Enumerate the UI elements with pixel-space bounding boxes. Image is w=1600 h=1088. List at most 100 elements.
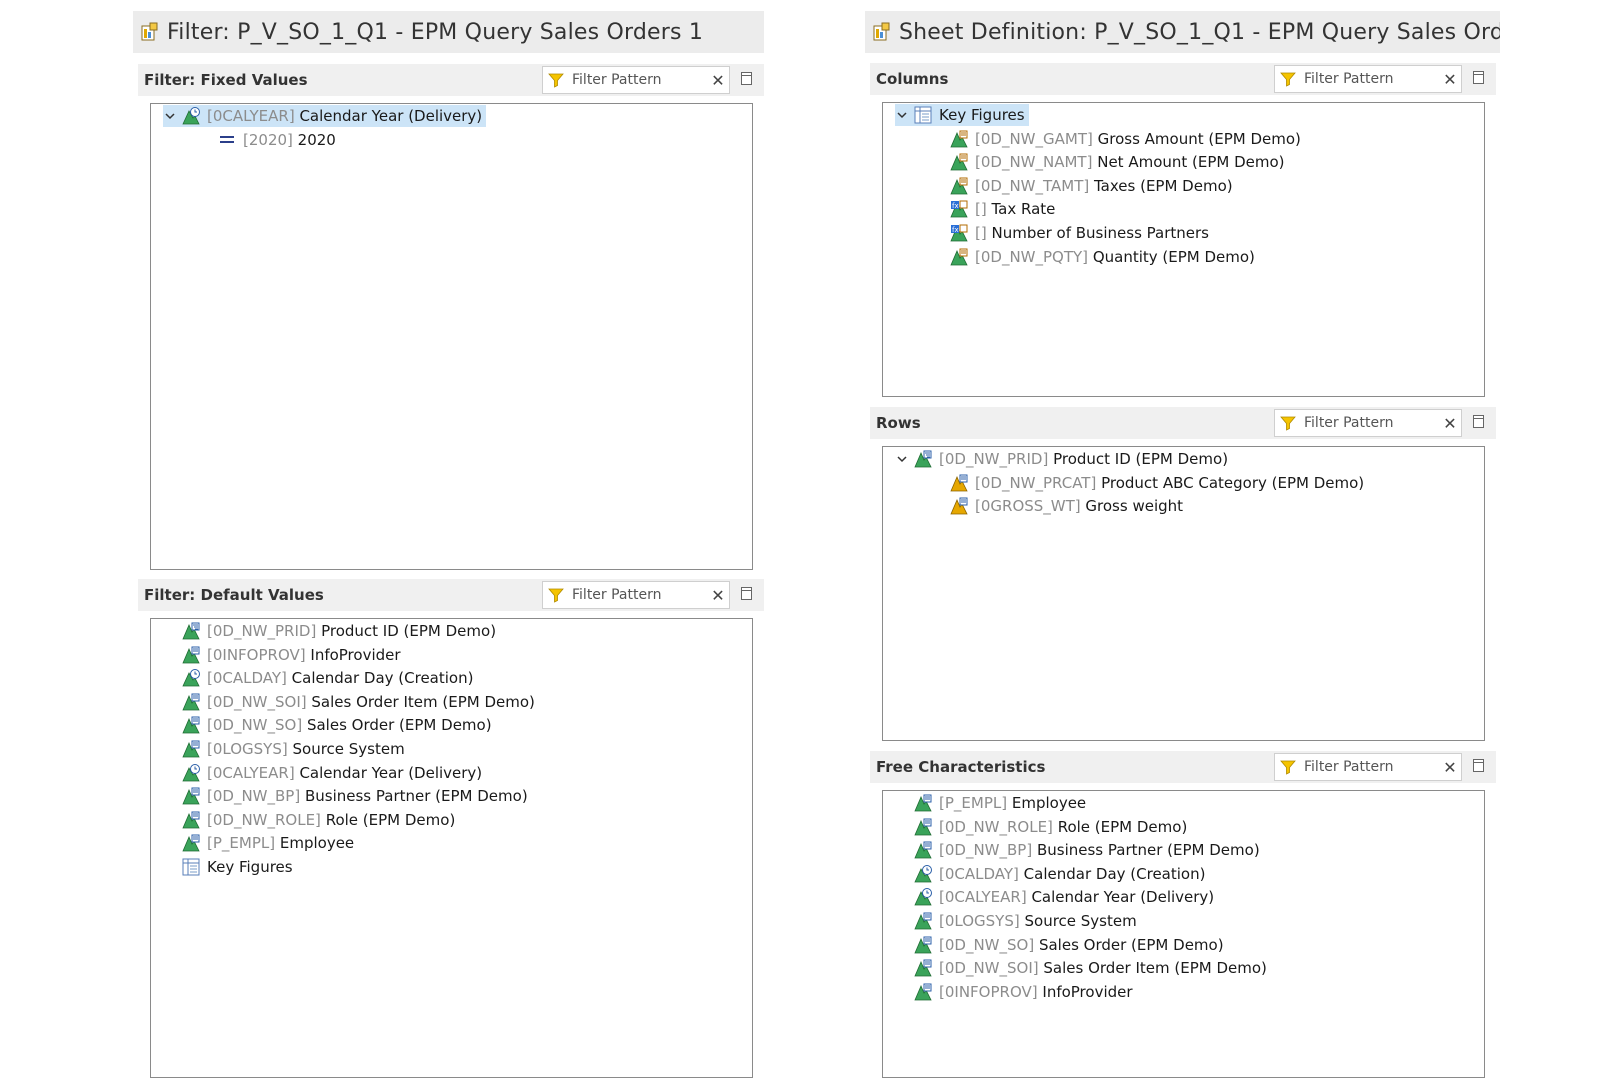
tree-item[interactable]: [0D_NW_SOI] Sales Order Item (EPM Demo) [895, 957, 1267, 979]
default-values-tree[interactable]: [0D_NW_PRID] Product ID (EPM Demo) [0INFO… [150, 618, 753, 1078]
technical-name: [0D_NW_ROLE] [207, 810, 321, 829]
characteristic-icon [913, 982, 933, 1002]
fixed-values-tree[interactable]: [0CALYEAR] Calendar Year (Delivery) [2020… [150, 103, 753, 570]
filter-funnel-icon [548, 72, 564, 88]
characteristic-icon [913, 793, 933, 813]
attribute-icon [949, 496, 969, 516]
tree-item[interactable]: [0D_NW_SO] Sales Order (EPM Demo) [895, 934, 1224, 956]
key-figures-icon [913, 105, 933, 125]
tree-item[interactable]: fx [] Tax Rate [931, 198, 1055, 220]
item-description: Role (EPM Demo) [325, 810, 456, 829]
technical-name: [0CALDAY] [939, 864, 1019, 883]
technical-name: [0D_NW_GAMT] [975, 129, 1093, 148]
tree-item[interactable]: [0CALYEAR] Calendar Year (Delivery) [163, 105, 487, 127]
technical-name: [0INFOPROV] [939, 982, 1038, 1001]
tree-item[interactable]: [0INFOPROV] InfoProvider [163, 644, 401, 666]
technical-name: [0D_NW_PRCAT] [975, 473, 1097, 492]
clear-filter-icon[interactable]: ✕ [1441, 758, 1459, 777]
technical-name: [0D_NW_PRID] [939, 450, 1049, 468]
item-description: Employee [279, 834, 355, 853]
time-characteristic-icon [181, 668, 201, 688]
item-description: Sales Order (EPM Demo) [1038, 935, 1224, 954]
technical-name: [0CALYEAR] [207, 763, 295, 782]
columns-filter: ✕ [1274, 65, 1462, 93]
tree-item[interactable]: [0D_NW_ROLE] Role (EPM Demo) [895, 816, 1187, 838]
filter-funnel-icon [1280, 759, 1296, 775]
technical-name: [P_EMPL] [207, 834, 276, 853]
item-description: 2020 [297, 130, 336, 149]
characteristic-icon [181, 692, 201, 712]
free-characteristics-tree[interactable]: [P_EMPL] Employee [0D_NW_ROLE] Role (EPM … [882, 790, 1485, 1078]
tree-item[interactable]: [0D_NW_BP] Business Partner (EPM Demo) [895, 839, 1260, 861]
query-icon [873, 22, 891, 42]
maximize-icon[interactable] [741, 587, 752, 600]
tree-item[interactable]: [0GROSS_WT] Gross weight [931, 495, 1183, 517]
key-figures-icon [181, 857, 201, 877]
rows-tree[interactable]: [0D_NW_PRID] Product ID (EPM Demo) [0D_NW… [882, 446, 1485, 741]
tree-item[interactable]: [0INFOPROV] InfoProvider [895, 981, 1133, 1003]
tree-item[interactable]: [0D_NW_PRID] Product ID (EPM Demo) [895, 448, 1228, 470]
clear-filter-icon[interactable]: ✕ [1441, 70, 1459, 89]
key-figure-icon [949, 247, 969, 267]
tree-item[interactable]: [0D_NW_NAMT] Net Amount (EPM Demo) [931, 151, 1285, 173]
free-characteristics-filter: ✕ [1274, 753, 1462, 781]
maximize-icon[interactable] [1473, 71, 1484, 84]
tree-item[interactable]: Key Figures [895, 104, 1029, 126]
item-description: Product ABC Category (EPM Demo) [1101, 473, 1365, 492]
tree-item[interactable]: Key Figures [163, 856, 293, 878]
rows-filter-input[interactable] [1304, 415, 1441, 431]
item-description: Tax Rate [991, 200, 1056, 219]
item-description: Net Amount (EPM Demo) [1097, 153, 1285, 172]
clear-filter-icon[interactable]: ✕ [709, 71, 727, 90]
maximize-icon[interactable] [741, 72, 752, 85]
columns-label: Columns [876, 70, 949, 88]
fixed-values-filter-input[interactable] [572, 72, 709, 88]
tree-item[interactable]: fx [] Number of Business Partners [931, 222, 1209, 244]
maximize-icon[interactable] [1473, 759, 1484, 772]
tree-item[interactable]: [0D_NW_PQTY] Quantity (EPM Demo) [931, 246, 1255, 268]
default-values-filter-input[interactable] [572, 587, 709, 603]
columns-filter-input[interactable] [1304, 71, 1441, 87]
tree-item[interactable]: [P_EMPL] Employee [895, 792, 1086, 814]
columns-tree[interactable]: Key Figures [0D_NW_GAMT] Gross Amount (EP… [882, 102, 1485, 397]
technical-name: [0D_NW_NAMT] [975, 153, 1093, 172]
time-characteristic-icon [913, 864, 933, 884]
tree-item[interactable]: [0CALYEAR] Calendar Year (Delivery) [895, 886, 1214, 908]
item-description: Gross Amount (EPM Demo) [1097, 129, 1301, 148]
technical-name: [0D_NW_PQTY] [975, 247, 1089, 266]
rows-label: Rows [876, 414, 921, 432]
item-description: Product ID (EPM Demo) [321, 622, 497, 640]
tree-item[interactable]: [0D_NW_TAMT] Taxes (EPM Demo) [931, 175, 1233, 197]
clear-filter-icon[interactable]: ✕ [709, 586, 727, 605]
tree-item[interactable]: [0D_NW_SOI] Sales Order Item (EPM Demo) [163, 691, 535, 713]
characteristic-icon [181, 786, 201, 806]
expand-chevron-icon[interactable] [163, 110, 177, 122]
calculated-key-figure-icon: fx [949, 223, 969, 243]
tree-item[interactable]: [0D_NW_SO] Sales Order (EPM Demo) [163, 714, 492, 736]
tree-item[interactable]: [0D_NW_PRCAT] Product ABC Category (EPM … [931, 472, 1364, 494]
characteristic-icon [913, 817, 933, 837]
tree-item[interactable]: [0CALDAY] Calendar Day (Creation) [895, 863, 1205, 885]
tree-item[interactable]: [0D_NW_ROLE] Role (EPM Demo) [163, 809, 455, 831]
item-description: Key Figures [939, 106, 1025, 124]
maximize-icon[interactable] [1473, 415, 1484, 428]
tree-item[interactable]: [2020] 2020 [199, 129, 336, 151]
technical-name: [2020] [243, 130, 293, 149]
filter-funnel-icon [548, 587, 564, 603]
expand-chevron-icon[interactable] [895, 453, 909, 465]
tree-item[interactable]: [0CALDAY] Calendar Day (Creation) [163, 667, 473, 689]
tree-item[interactable]: [0D_NW_GAMT] Gross Amount (EPM Demo) [931, 128, 1301, 150]
item-description: Sales Order (EPM Demo) [306, 716, 492, 735]
free-characteristics-filter-input[interactable] [1304, 759, 1441, 775]
tree-item[interactable]: [0LOGSYS] Source System [895, 910, 1137, 932]
item-description: Calendar Year (Delivery) [299, 763, 483, 782]
tree-item[interactable]: [0D_NW_PRID] Product ID (EPM Demo) [163, 620, 496, 642]
svg-text:fx: fx [952, 202, 959, 210]
expand-chevron-icon[interactable] [895, 109, 909, 121]
tree-item[interactable]: [0D_NW_BP] Business Partner (EPM Demo) [163, 785, 528, 807]
item-description: Business Partner (EPM Demo) [304, 787, 528, 806]
clear-filter-icon[interactable]: ✕ [1441, 414, 1459, 433]
tree-item[interactable]: [P_EMPL] Employee [163, 832, 354, 854]
tree-item[interactable]: [0LOGSYS] Source System [163, 738, 405, 760]
tree-item[interactable]: [0CALYEAR] Calendar Year (Delivery) [163, 762, 482, 784]
